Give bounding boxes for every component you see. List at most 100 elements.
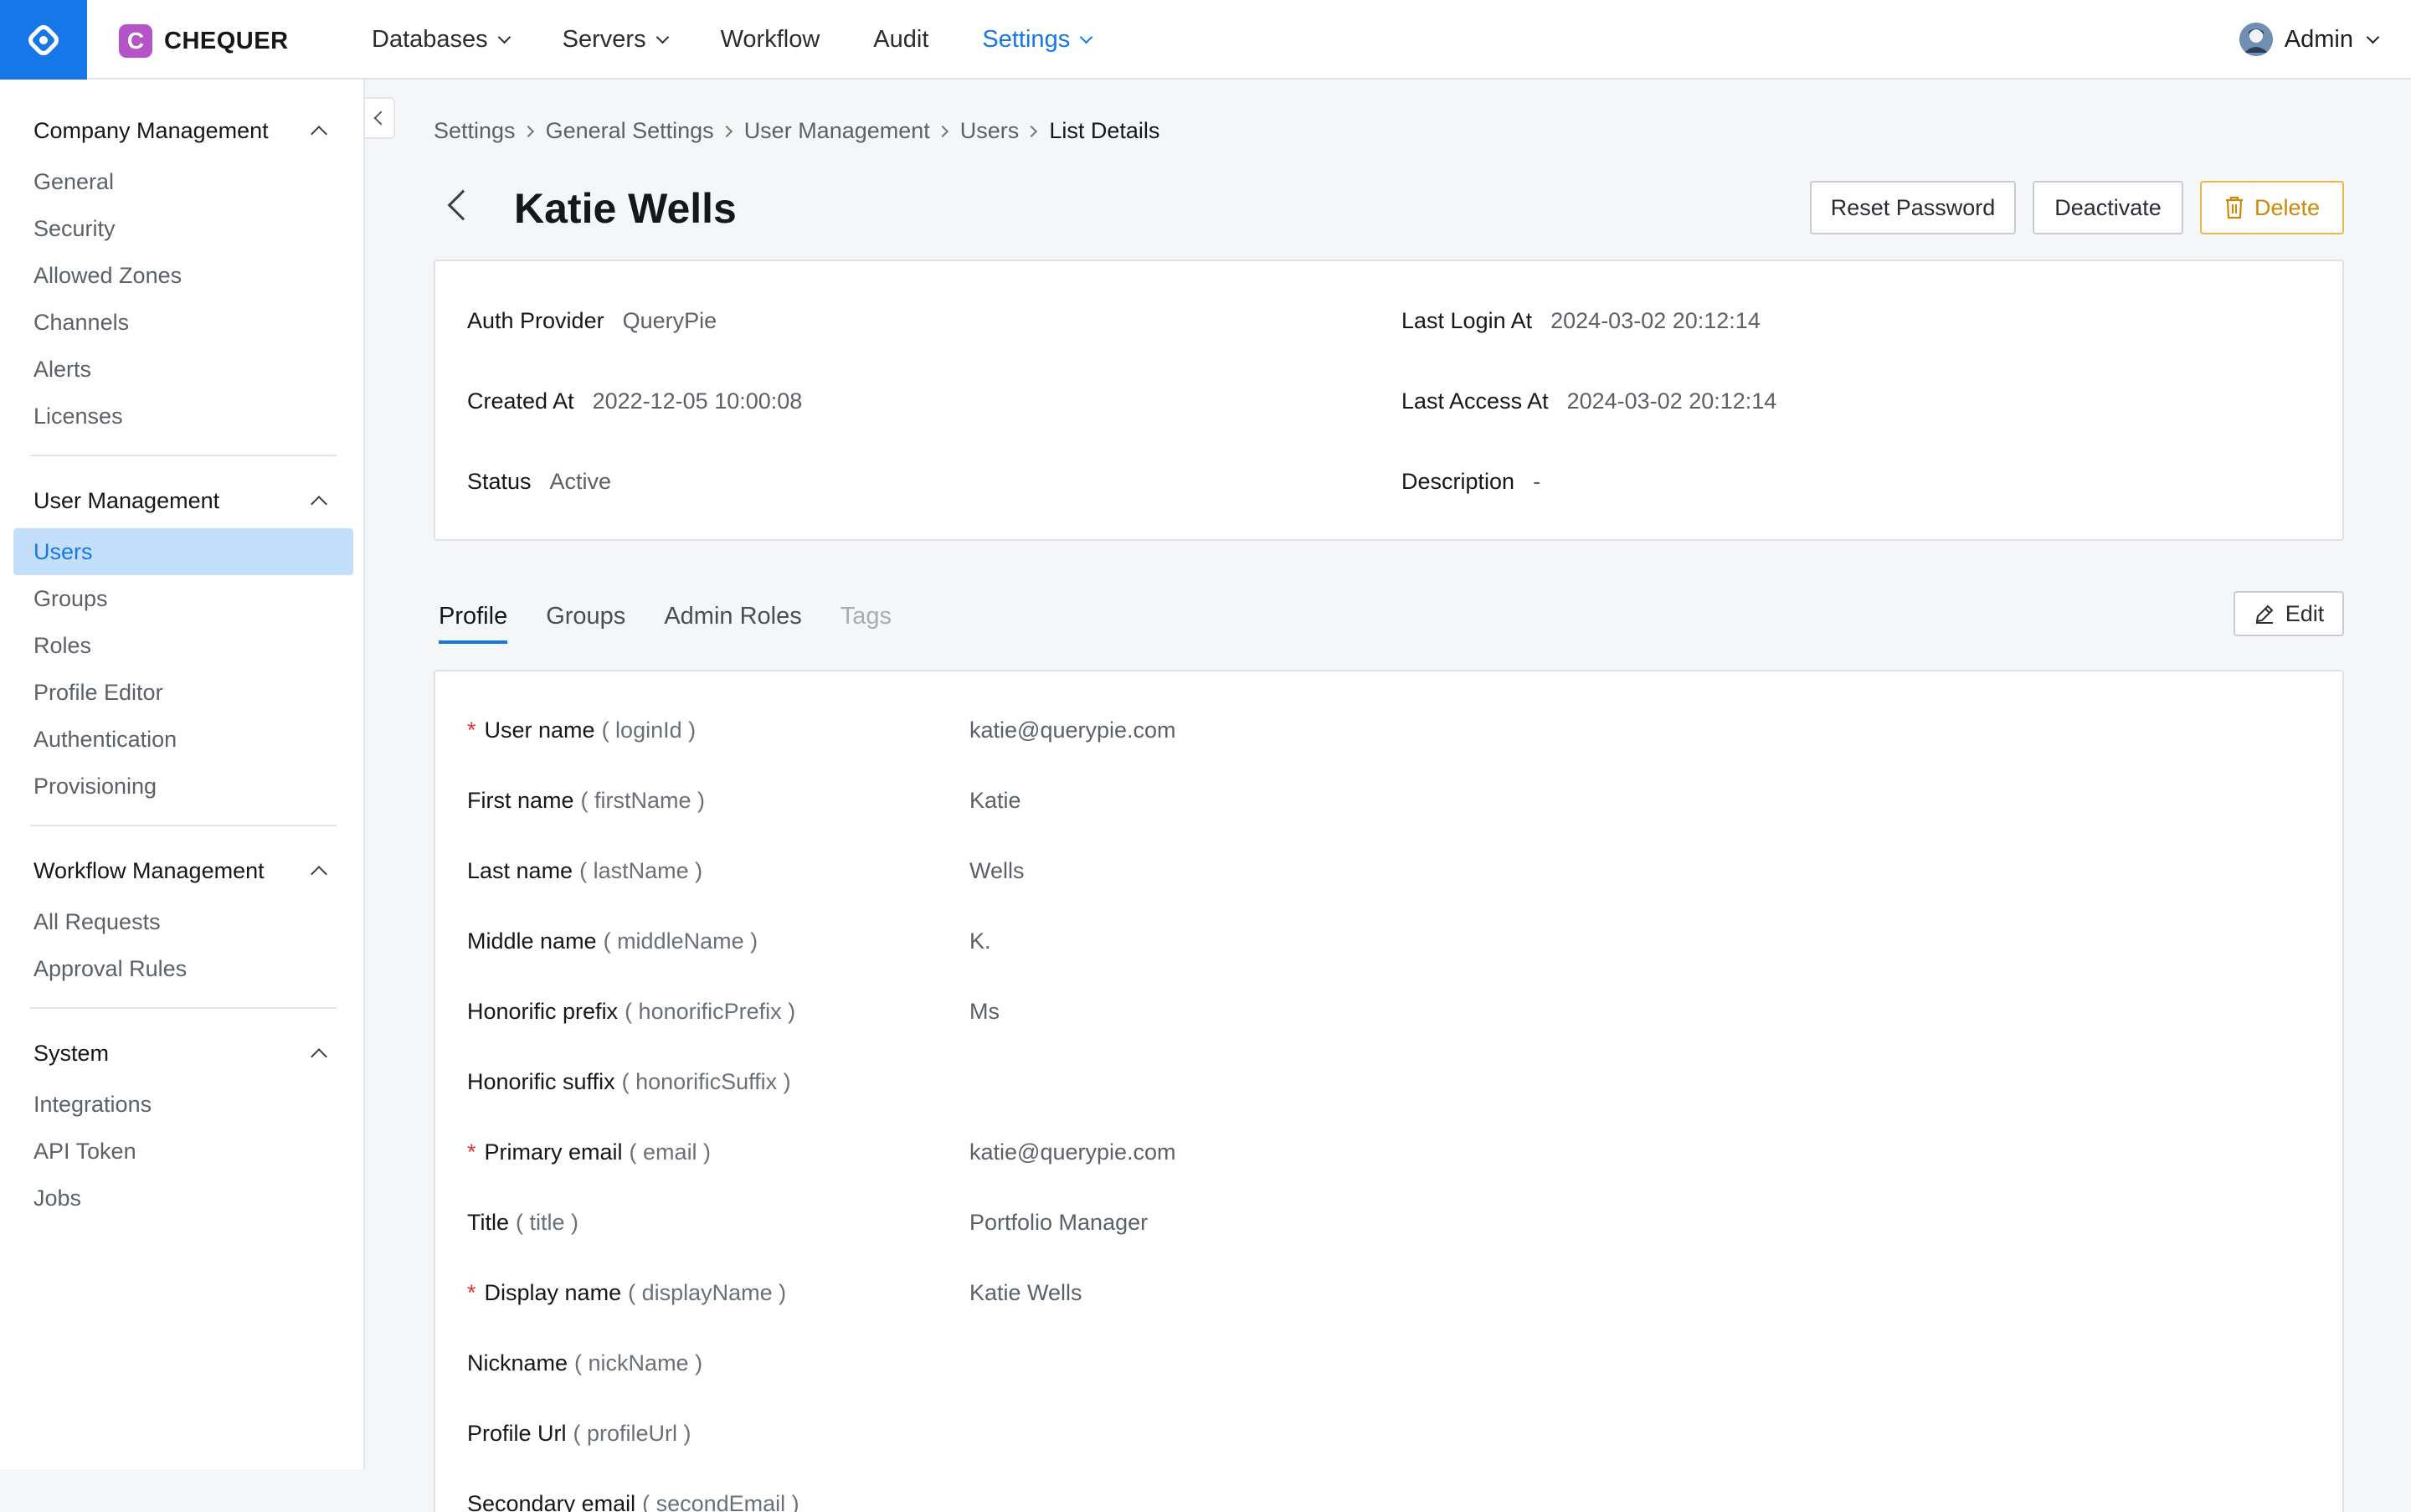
nav-settings[interactable]: Settings: [982, 26, 1093, 54]
field-name: Profile Url: [467, 1420, 567, 1446]
tab-tags: Tags: [840, 603, 892, 630]
profile-field-row: Title( title ) Portfolio Manager: [467, 1206, 2309, 1239]
nav-audit[interactable]: Audit: [873, 26, 928, 54]
sidebar-item-general[interactable]: General: [13, 158, 353, 205]
field-name: Title: [467, 1209, 510, 1235]
sidebar-item-alerts[interactable]: Alerts: [13, 346, 353, 393]
sidebar-divider: [30, 455, 337, 456]
user-menu[interactable]: Admin: [2239, 23, 2380, 56]
user-name: Admin: [2284, 25, 2353, 53]
profile-field-row: * Display name( displayName ) Katie Wells: [467, 1276, 2309, 1309]
sidebar-item-users[interactable]: Users: [13, 528, 353, 575]
breadcrumb-general-settings[interactable]: General Settings: [546, 118, 714, 144]
sidebar-item-profile-editor[interactable]: Profile Editor: [13, 669, 353, 716]
field-value: katie@querypie.com: [969, 1139, 1176, 1165]
created-at-row: Created At 2022-12-05 10:00:08: [467, 388, 803, 414]
tab-profile[interactable]: Profile: [439, 603, 508, 644]
chevron-down-icon: [497, 30, 511, 44]
breadcrumb-settings[interactable]: Settings: [434, 118, 516, 144]
brand-name: CHEQUER: [164, 27, 289, 54]
sidebar-section-company-management[interactable]: Company Management: [33, 118, 269, 144]
auth-provider-row: Auth Provider QueryPie: [467, 308, 717, 333]
chevron-up-icon[interactable]: [311, 866, 327, 882]
page-title: Katie Wells: [514, 185, 737, 232]
breadcrumb-user-management[interactable]: User Management: [744, 118, 930, 144]
profile-field-row: Honorific prefix( honorificPrefix ) Ms: [467, 995, 2309, 1028]
last-access-row: Last Access At 2024-03-02 20:12:14: [1401, 388, 1777, 414]
sidebar-section-workflow-management[interactable]: Workflow Management: [33, 858, 265, 884]
back-arrow-icon[interactable]: [447, 189, 479, 221]
field-label: * Primary email( email ): [467, 1139, 969, 1165]
sidebar: Company Management General Security Allo…: [0, 80, 365, 1469]
field-label: Nickname( nickName ): [467, 1350, 969, 1376]
field-label: Last name( lastName ): [467, 858, 969, 884]
field-key: ( lastName ): [579, 857, 703, 883]
sidebar-item-security[interactable]: Security: [13, 205, 353, 252]
sidebar-collapse-button[interactable]: [365, 97, 395, 139]
field-name: Honorific suffix: [467, 1068, 615, 1094]
tab-groups[interactable]: Groups: [546, 603, 625, 644]
field-name: Display name: [484, 1279, 622, 1305]
chevron-up-icon[interactable]: [311, 1048, 327, 1065]
field-key: ( title ): [516, 1209, 579, 1235]
field-name: Last name: [467, 857, 573, 883]
breadcrumb-users[interactable]: Users: [960, 118, 1020, 144]
field-label: Profile Url( profileUrl ): [467, 1421, 969, 1447]
field-name: First name: [467, 787, 574, 813]
app-logo-icon[interactable]: [0, 0, 87, 80]
chevron-left-icon: [373, 111, 388, 126]
sidebar-item-all-requests[interactable]: All Requests: [13, 898, 353, 945]
field-key: ( profileUrl ): [573, 1420, 691, 1446]
field-key: ( loginId ): [601, 717, 697, 743]
sidebar-section-system[interactable]: System: [33, 1041, 109, 1067]
tab-admin-roles[interactable]: Admin Roles: [664, 603, 801, 644]
sidebar-divider: [30, 1007, 337, 1009]
profile-field-row: * User name( loginId ) katie@querypie.com: [467, 713, 2309, 747]
nav-databases[interactable]: Databases: [372, 26, 511, 54]
profile-field-row: Profile Url( profileUrl ): [467, 1417, 2309, 1450]
breadcrumb-list-details: List Details: [1049, 118, 1160, 143]
nav-servers[interactable]: Servers: [563, 26, 669, 54]
user-summary-card: Auth Provider QueryPie Created At 2022-1…: [434, 260, 2344, 541]
sidebar-item-api-token[interactable]: API Token: [13, 1128, 353, 1175]
field-key: ( secondEmail ): [642, 1490, 799, 1512]
field-label: * User name( loginId ): [467, 717, 969, 743]
brand[interactable]: C CHEQUER: [119, 24, 289, 58]
field-name: Primary email: [484, 1139, 623, 1165]
nav-workflow[interactable]: Workflow: [721, 26, 820, 54]
breadcrumb: Settings General Settings User Managemen…: [434, 118, 1159, 144]
profile-field-row: First name( firstName ) Katie: [467, 784, 2309, 817]
field-label: Honorific suffix( honorificSuffix ): [467, 1069, 969, 1095]
sidebar-item-channels[interactable]: Channels: [13, 299, 353, 346]
deactivate-button[interactable]: Deactivate: [2033, 181, 2183, 234]
profile-field-row: * Primary email( email ) katie@querypie.co…: [467, 1135, 2309, 1169]
chevron-up-icon[interactable]: [311, 126, 327, 142]
sidebar-item-groups[interactable]: Groups: [13, 575, 353, 622]
chevron-down-icon: [1079, 30, 1093, 44]
field-name: Nickname: [467, 1350, 568, 1376]
sidebar-item-integrations[interactable]: Integrations: [13, 1081, 353, 1128]
sidebar-item-jobs[interactable]: Jobs: [13, 1175, 353, 1221]
reset-password-button[interactable]: Reset Password: [1810, 181, 2016, 234]
sidebar-item-licenses[interactable]: Licenses: [13, 393, 353, 440]
main-nav: Databases Servers Workflow Audit Setting…: [372, 0, 1144, 80]
chevron-down-icon: [2366, 30, 2380, 44]
edit-button[interactable]: Edit: [2234, 591, 2344, 636]
chevron-down-icon: [655, 30, 669, 44]
sidebar-item-approval-rules[interactable]: Approval Rules: [13, 945, 353, 992]
status-row: Status Active: [467, 469, 612, 494]
top-bar: C CHEQUER Databases Servers Workflow Aud…: [0, 0, 2411, 80]
sidebar-section-user-management[interactable]: User Management: [33, 488, 219, 514]
delete-button[interactable]: Delete: [2200, 181, 2344, 234]
field-key: ( honorificSuffix ): [621, 1068, 791, 1094]
chevron-up-icon[interactable]: [311, 496, 327, 512]
sidebar-item-roles[interactable]: Roles: [13, 622, 353, 669]
field-name: Middle name: [467, 928, 597, 954]
sidebar-item-allowed-zones[interactable]: Allowed Zones: [13, 252, 353, 299]
field-key: ( nickName ): [574, 1350, 703, 1376]
required-asterisk: *: [467, 1139, 476, 1165]
field-label: Middle name( middleName ): [467, 928, 969, 954]
sidebar-item-provisioning[interactable]: Provisioning: [13, 763, 353, 810]
field-value: Wells: [969, 857, 1025, 883]
sidebar-item-authentication[interactable]: Authentication: [13, 716, 353, 763]
